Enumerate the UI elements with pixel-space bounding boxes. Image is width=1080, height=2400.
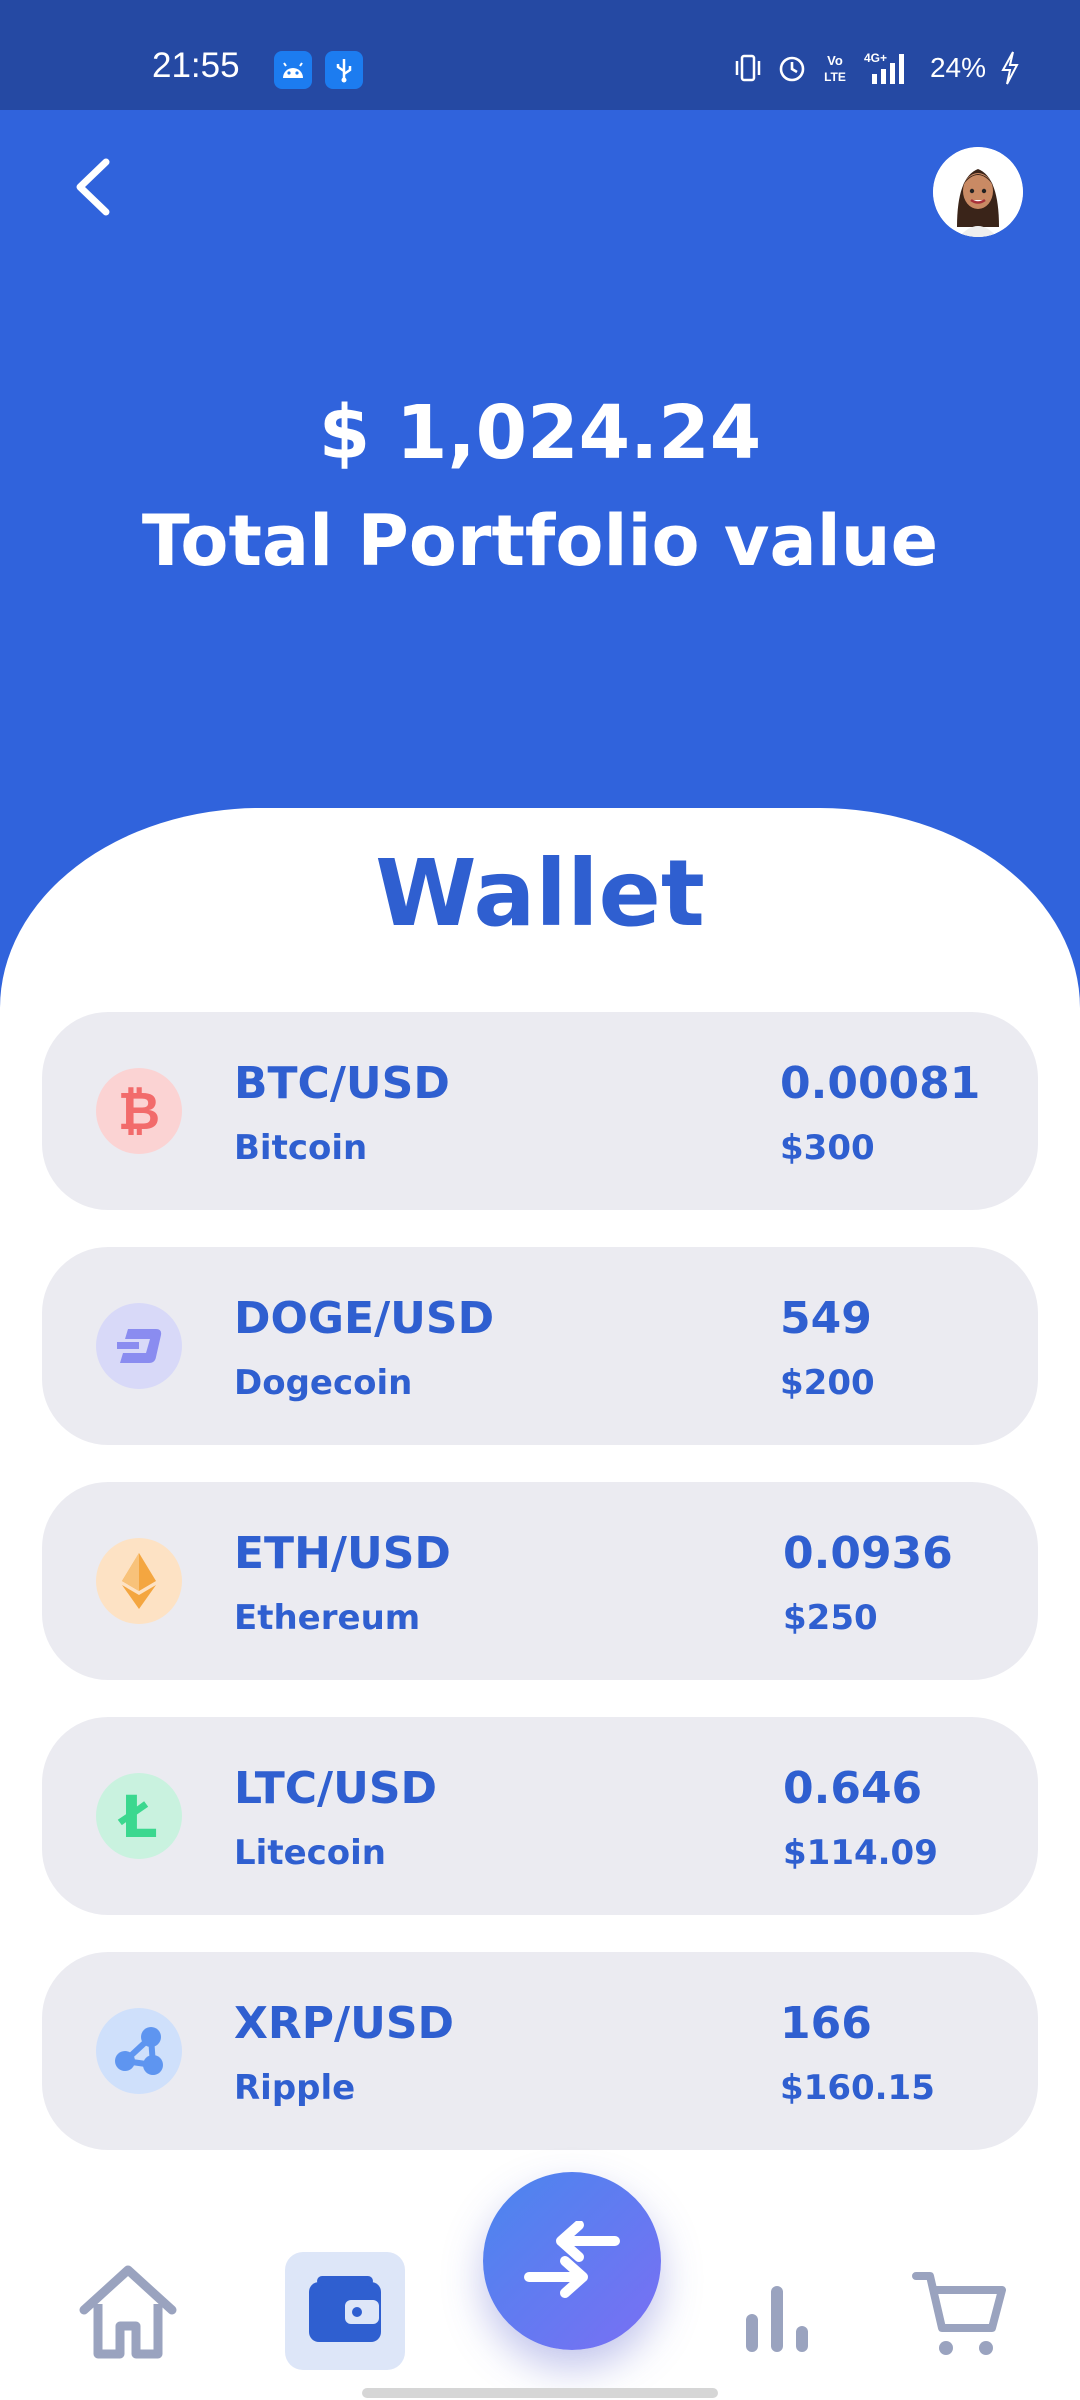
coin-amount: 0.00081	[780, 1058, 981, 1109]
coin-name: Dogecoin	[234, 1363, 413, 1403]
status-icons: Vo LTE 4G+ 24%	[734, 50, 1020, 86]
coin-card-doge[interactable]: DOGE/USD Dogecoin 549 $200	[42, 1247, 1038, 1445]
coin-name: Ethereum	[234, 1598, 421, 1638]
wallet-title: Wallet	[375, 840, 705, 947]
svg-text:₿: ₿	[118, 1083, 160, 1139]
charging-icon	[1000, 50, 1020, 86]
coin-value: $250	[783, 1598, 878, 1638]
svg-text:Ł: Ł	[117, 1789, 157, 1843]
android-icon	[274, 51, 312, 89]
signal-icon: 4G+	[862, 50, 916, 86]
wallet-icon	[309, 2276, 381, 2342]
coin-card-ltc[interactable]: Ł LTC/USD Litecoin 0.646 $114.09	[42, 1717, 1038, 1915]
nav-wallet[interactable]	[285, 2252, 405, 2370]
ethereum-icon	[96, 1538, 182, 1624]
stats-icon	[746, 2286, 808, 2352]
coin-amount: 166	[780, 1998, 872, 2049]
volte-icon: Vo LTE	[822, 51, 848, 85]
coin-card-xrp[interactable]: XRP/USD Ripple 166 $160.15	[42, 1952, 1038, 2150]
coin-value: $114.09	[783, 1833, 938, 1873]
coin-pair: ETH/USD	[234, 1528, 451, 1579]
coin-name: Litecoin	[234, 1833, 387, 1873]
cart-icon	[912, 2272, 1006, 2355]
alarm-icon	[776, 52, 808, 84]
coin-card-btc[interactable]: ₿ BTC/USD Bitcoin 0.00081 $300	[42, 1012, 1038, 1210]
nav-cart[interactable]	[912, 2266, 1008, 2362]
portfolio-total-value: $ 1,024.24	[318, 390, 762, 476]
svg-text:4G+: 4G+	[864, 51, 887, 65]
litecoin-icon: Ł	[96, 1773, 182, 1859]
dash-icon	[96, 1303, 182, 1389]
coin-value: $160.15	[780, 2068, 935, 2108]
coin-amount: 549	[780, 1293, 872, 1344]
chevron-left-icon	[76, 158, 110, 216]
portfolio-total-label: Total Portfolio value	[141, 500, 939, 582]
avatar[interactable]	[933, 147, 1023, 237]
battery-text: 24%	[929, 52, 986, 83]
status-bar: 21:55 Vo LTE 4G+ 24%	[0, 0, 1080, 110]
coin-value: $200	[780, 1363, 875, 1403]
home-indicator[interactable]	[362, 2388, 718, 2398]
nav-stats[interactable]	[740, 2280, 814, 2354]
back-button[interactable]	[64, 152, 124, 222]
svg-text:LTE: LTE	[824, 70, 846, 84]
coin-card-eth[interactable]: ETH/USD Ethereum 0.0936 $250	[42, 1482, 1038, 1680]
vibrate-icon	[734, 53, 762, 83]
status-time: 21:55	[152, 46, 240, 85]
coin-pair: LTC/USD	[234, 1763, 438, 1814]
svg-text:Vo: Vo	[827, 53, 843, 68]
coin-name: Ripple	[234, 2068, 356, 2108]
coin-pair: BTC/USD	[234, 1058, 450, 1109]
coin-amount: 0.0936	[783, 1528, 953, 1579]
coin-name: Bitcoin	[234, 1128, 368, 1168]
bitcoin-icon: ₿	[96, 1068, 182, 1154]
home-icon	[79, 2265, 177, 2359]
coin-value: $300	[780, 1128, 875, 1168]
coin-amount: 0.646	[783, 1763, 923, 1814]
exchange-icon	[524, 2221, 620, 2298]
coin-pair: DOGE/USD	[234, 1293, 495, 1344]
ripple-icon	[96, 2008, 182, 2094]
exchange-button[interactable]	[483, 2172, 661, 2350]
user-avatar-icon	[933, 147, 1023, 237]
coin-pair: XRP/USD	[234, 1998, 455, 2049]
usb-icon	[325, 51, 363, 89]
nav-home[interactable]	[76, 2262, 180, 2362]
